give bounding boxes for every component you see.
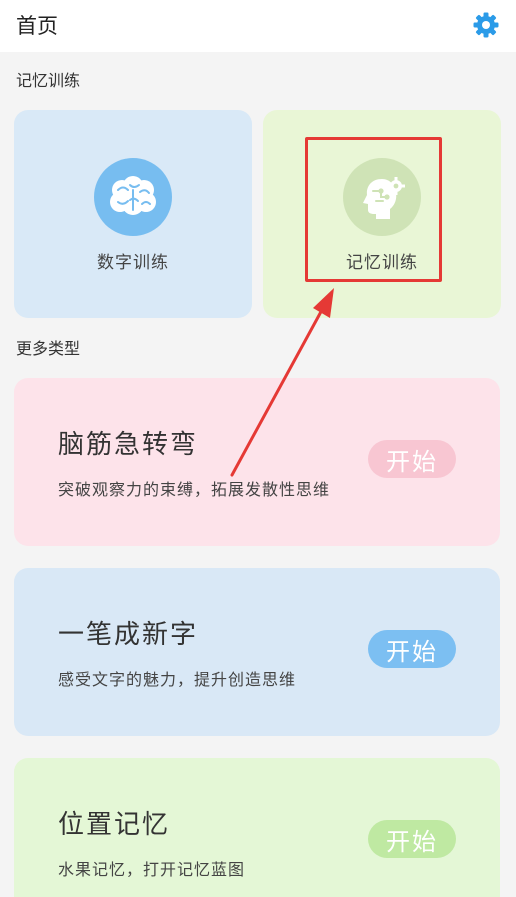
settings-button[interactable]	[470, 9, 502, 41]
one-stroke-start-button[interactable]: 开始	[368, 630, 456, 668]
app-header: 首页	[0, 0, 516, 52]
one-stroke-card-subtitle: 感受文字的魅力，提升创造思维	[58, 670, 297, 689]
memory-section-title: 记忆训练	[16, 71, 81, 90]
head-gear-icon	[363, 177, 405, 219]
position-memory-card-title: 位置记忆	[58, 810, 171, 840]
one-stroke-card[interactable]: 一笔成新字 感受文字的魅力，提升创造思维 开始	[14, 568, 500, 736]
number-training-icon-wrap	[94, 158, 172, 236]
riddle-card[interactable]: 脑筋急转弯 突破观察力的束缚，拓展发散性思维 开始	[14, 378, 500, 546]
position-memory-card-subtitle: 水果记忆，打开记忆蓝图	[58, 860, 246, 879]
number-training-card[interactable]: 数字训练	[14, 110, 252, 318]
position-memory-start-button[interactable]: 开始	[368, 820, 456, 858]
riddle-start-button[interactable]: 开始	[368, 440, 456, 478]
gear-icon	[473, 12, 499, 38]
number-training-label: 数字训练	[97, 253, 169, 273]
position-memory-card[interactable]: 位置记忆 水果记忆，打开记忆蓝图 开始	[14, 758, 500, 897]
page-title: 首页	[16, 14, 58, 38]
riddle-card-subtitle: 突破观察力的束缚，拓展发散性思维	[58, 480, 331, 499]
riddle-card-title: 脑筋急转弯	[58, 430, 199, 460]
memory-training-label: 记忆训练	[346, 253, 418, 273]
home-screen: 首页 记忆训练 数字训练 记忆训练 更多类型 脑筋急转弯 突破观察力的束缚，拓展…	[0, 0, 516, 897]
one-stroke-card-title: 一笔成新字	[58, 620, 199, 650]
memory-training-icon-wrap	[343, 158, 421, 236]
memory-training-card[interactable]: 记忆训练	[263, 110, 501, 318]
more-types-section-title: 更多类型	[16, 339, 81, 358]
brain-icon	[110, 176, 156, 215]
